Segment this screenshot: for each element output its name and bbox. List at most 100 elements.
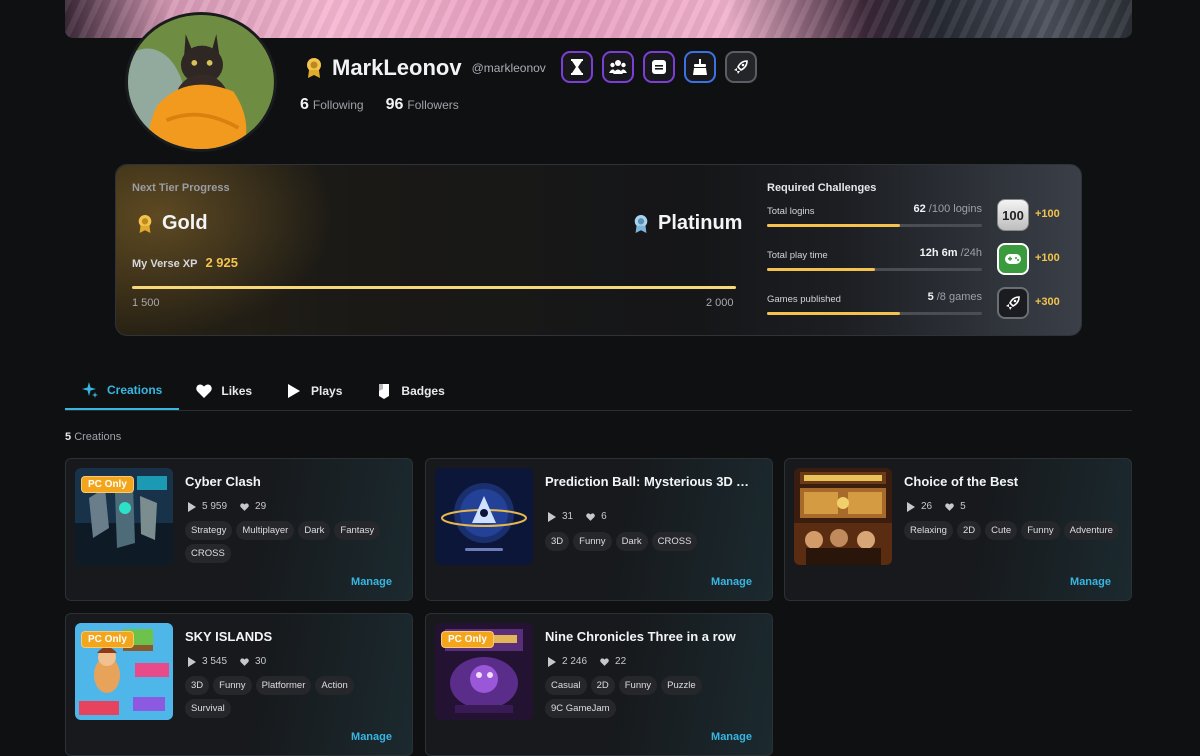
gold-tier-icon: [304, 56, 324, 80]
tag[interactable]: Multiplayer: [236, 521, 295, 540]
creation-card[interactable]: PC Only Cyber Clash 5 959 29 Strategy Mu…: [65, 458, 413, 601]
hourglass-badge[interactable]: [561, 51, 593, 83]
profile-tabs: Creations Likes Plays Badges: [65, 372, 1132, 411]
message-badge[interactable]: [643, 51, 675, 83]
play-icon: [188, 656, 196, 667]
game-stats: 5 959 29: [187, 501, 266, 512]
tag[interactable]: Funny: [213, 676, 252, 695]
tag[interactable]: Dark: [298, 521, 331, 540]
tag[interactable]: Funny: [618, 676, 658, 695]
challenge-label: Total logins: [767, 206, 815, 217]
game-stats: 2 246 22: [547, 656, 626, 667]
challenge-progress-text: 5 /8 games: [927, 291, 982, 303]
challenge-progress-text: 12h 6m /24h: [919, 247, 982, 259]
like-count: 6: [601, 511, 607, 522]
creation-card[interactable]: Prediction Ball: Mysterious 3D Ar... 31 …: [425, 458, 773, 601]
tag[interactable]: Puzzle: [661, 676, 702, 695]
follow-stats: 6 Following 96 Followers: [300, 96, 459, 114]
tab-badges[interactable]: Badges: [359, 372, 461, 410]
cat-avatar-image: [128, 15, 274, 149]
game-tags: 3D Funny Dark CROSS: [545, 532, 760, 551]
rocket-badge[interactable]: [725, 51, 757, 83]
challenge-reward: +100: [1035, 208, 1060, 220]
tag[interactable]: 2D: [590, 676, 615, 695]
challenge-reward: +300: [1035, 296, 1060, 308]
manage-link[interactable]: Manage: [351, 576, 392, 588]
manage-link[interactable]: Manage: [711, 576, 752, 588]
tag[interactable]: CROSS: [185, 544, 231, 563]
game-title[interactable]: Prediction Ball: Mysterious 3D Ar...: [545, 474, 755, 489]
heart-icon: [240, 657, 249, 666]
pc-only-badge: PC Only: [441, 631, 494, 648]
play-icon: [548, 511, 556, 522]
like-count: 5: [960, 501, 966, 512]
group-badge[interactable]: [602, 51, 634, 83]
tag[interactable]: Fantasy: [334, 521, 381, 540]
game-stats: 26 5: [906, 501, 966, 512]
tab-label: Creations: [107, 383, 163, 397]
manage-link[interactable]: Manage: [711, 731, 752, 743]
xp-value: 2 925: [205, 255, 238, 270]
next-tier: Platinum: [632, 212, 742, 235]
tab-plays[interactable]: Plays: [269, 372, 359, 410]
challenge-reward: +100: [1035, 252, 1060, 264]
game-tags: Strategy Multiplayer Dark Fantasy CROSS: [185, 521, 400, 563]
tab-likes[interactable]: Likes: [179, 372, 269, 410]
tag[interactable]: Cute: [985, 521, 1018, 540]
tag[interactable]: Casual: [545, 676, 587, 695]
pc-only-badge: PC Only: [81, 476, 134, 493]
tag[interactable]: Funny: [573, 532, 612, 551]
tag[interactable]: Strategy: [185, 521, 233, 540]
tag[interactable]: Relaxing: [904, 521, 953, 540]
tag[interactable]: Dark: [615, 532, 648, 551]
tab-creations[interactable]: Creations: [65, 372, 180, 410]
followers-count: 96: [385, 96, 404, 113]
hourglass-icon: [571, 59, 583, 75]
heart-icon: [600, 657, 609, 666]
tag[interactable]: CROSS: [651, 532, 698, 551]
following-link[interactable]: 6 Following: [300, 96, 364, 114]
creations-count: 5 Creations: [65, 431, 122, 443]
tag[interactable]: Platformer: [255, 676, 312, 695]
game-tags: 3D Funny Platformer Action Survival: [185, 676, 400, 718]
challenge-progress-text: 62 /100 logins: [913, 203, 982, 215]
play-count: 3 545: [202, 656, 228, 667]
game-title[interactable]: Cyber Clash: [185, 474, 261, 489]
builder-icon: [693, 59, 707, 75]
creation-card[interactable]: PC Only SKY ISLANDS 3 545 30 3D Funny Pl…: [65, 613, 413, 756]
tag[interactable]: 3D: [185, 676, 210, 695]
manage-link[interactable]: Manage: [351, 731, 392, 743]
followers-link[interactable]: 96 Followers: [386, 96, 459, 114]
builder-badge[interactable]: [684, 51, 716, 83]
tag[interactable]: Action: [315, 676, 354, 695]
creation-card[interactable]: Choice of the Best 26 5 Relaxing 2D Cute…: [784, 458, 1132, 601]
tag[interactable]: 3D: [545, 532, 570, 551]
manage-link[interactable]: Manage: [1070, 576, 1111, 588]
game-thumbnail: PC Only: [75, 623, 173, 720]
game-stats: 31 6: [547, 511, 607, 522]
tag[interactable]: 2D: [956, 521, 982, 540]
following-count: 6: [300, 96, 309, 113]
challenge-progress-bar: [767, 312, 982, 315]
tier-progress-heading: Next Tier Progress: [132, 182, 230, 194]
tag[interactable]: Funny: [1021, 521, 1060, 540]
xp-range-max: 2 000: [706, 297, 734, 309]
tag[interactable]: 9C GameJam: [545, 699, 616, 718]
tab-label: Badges: [401, 384, 445, 398]
game-title[interactable]: Nine Chronicles Three in a row: [545, 629, 736, 644]
profile-handle: @markleonov: [471, 61, 546, 75]
creation-card[interactable]: PC Only Nine Chronicles Three in a row 2…: [425, 613, 773, 756]
xp-progress-bar: [132, 286, 736, 289]
avatar[interactable]: [125, 12, 277, 152]
game-thumbnail: [794, 468, 892, 565]
play-icon: [188, 501, 196, 512]
tag[interactable]: Survival: [185, 699, 231, 718]
tag[interactable]: Adventure: [1063, 521, 1119, 540]
game-title[interactable]: Choice of the Best: [904, 474, 1018, 489]
current-tier-label: Gold: [162, 212, 208, 234]
game-tags: Relaxing 2D Cute Funny Adventure: [904, 521, 1119, 540]
xp-row: My Verse XP 2 925: [132, 255, 238, 270]
game-title[interactable]: SKY ISLANDS: [185, 629, 272, 644]
heart-icon: [945, 502, 954, 511]
play-count: 5 959: [202, 501, 228, 512]
